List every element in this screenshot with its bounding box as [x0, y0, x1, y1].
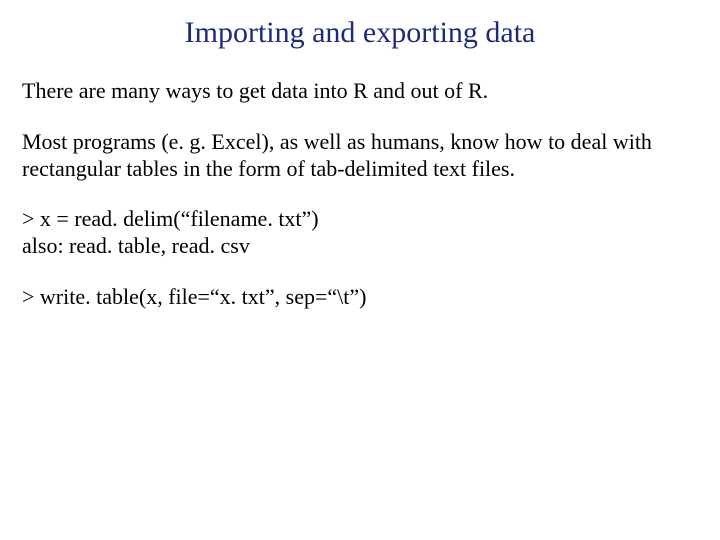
code-write-table: > write. table(x, file=“x. txt”, sep=“\t…	[22, 284, 698, 311]
slide-title: Importing and exporting data	[22, 16, 698, 50]
slide-body: There are many ways to get data into R a…	[22, 78, 698, 311]
code-also: also: read. table, read. csv	[22, 233, 698, 260]
intro-paragraph: There are many ways to get data into R a…	[22, 78, 698, 105]
slide: Importing and exporting data There are m…	[0, 0, 720, 540]
detail-paragraph: Most programs (e. g. Excel), as well as …	[22, 129, 698, 183]
code-read-delim: > x = read. delim(“filename. txt”)	[22, 206, 698, 233]
